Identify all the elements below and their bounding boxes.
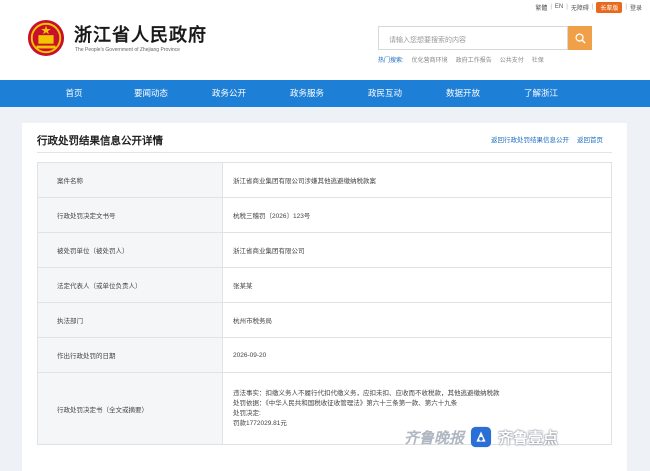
accessibility-link[interactable]: 无障碍 — [571, 3, 589, 12]
hot-search-item[interactable]: 优化营商环境 — [412, 55, 448, 64]
site-title[interactable]: 浙江省人民政府 — [74, 21, 207, 47]
card-links: 返回行政处罚结果信息公开 返回首页 — [491, 134, 603, 144]
nav-item-about-zhejiang[interactable]: 了解浙江 — [502, 80, 580, 107]
table-row: 案件名称 浙江省商业集团有限公司涉嫌其他逃避缴纳税款案 — [37, 162, 612, 198]
english-link[interactable]: EN — [555, 4, 563, 10]
search-button[interactable] — [568, 26, 592, 50]
hot-search-item[interactable]: 政府工作报告 — [456, 55, 492, 64]
main-nav: 首页 要闻动态 政务公开 政务服务 政民互动 数据开放 了解浙江 — [0, 80, 650, 107]
row-label: 案件名称 — [37, 162, 223, 198]
divider: | — [591, 4, 594, 10]
divider — [37, 152, 612, 153]
row-label: 作出行政处罚的日期 — [37, 337, 223, 373]
row-label: 行政处罚决定书（全文或摘要） — [37, 372, 223, 445]
back-to-home-link[interactable]: 返回首页 — [577, 134, 603, 144]
site-subtitle: The People's Government of Zhejiang Prov… — [75, 47, 180, 53]
decision-line: 处罚依据：《中华人民共和国税收征收管理法》第六十三条第一款、第六十九条 — [233, 399, 458, 407]
detail-table: 案件名称 浙江省商业集团有限公司涉嫌其他逃避缴纳税款案 行政处罚决定文书号 杭税… — [37, 162, 612, 445]
nav-item-disclosure[interactable]: 政务公开 — [190, 80, 268, 107]
elder-mode-button[interactable]: 长辈版 — [596, 1, 623, 13]
search-input[interactable]: 请输入您想要搜索的内容 — [378, 26, 568, 50]
divider: | — [625, 4, 627, 10]
hot-search-item[interactable]: 公共支付 — [500, 55, 524, 64]
divider: | — [550, 4, 552, 10]
nav-item-open-data[interactable]: 数据开放 — [424, 80, 502, 107]
row-label: 被处罚单位（被处罚人） — [37, 232, 223, 268]
row-label: 执法部门 — [37, 302, 223, 338]
row-value: 2026-09-20 — [222, 337, 612, 373]
table-row: 作出行政处罚的日期 2026-09-20 — [37, 337, 612, 373]
row-value: 杭税三稽罚〔2026〕123号 — [222, 197, 612, 233]
back-to-list-link[interactable]: 返回行政处罚结果信息公开 — [491, 134, 569, 144]
traditional-chinese-link[interactable]: 繁體 — [535, 3, 547, 12]
national-emblem-icon — [27, 19, 65, 57]
row-value: 张某某 — [222, 267, 612, 303]
watermark: 齐鲁晚报 齐鲁壹点 — [404, 420, 642, 454]
table-row: 行政处罚决定文书号 杭税三稽罚〔2026〕123号 — [37, 197, 612, 233]
utility-bar: 繁體 | EN | 无障碍 | 长辈版 | 登录 — [535, 0, 650, 14]
qilu-logo-icon — [470, 426, 492, 448]
detail-card: 行政处罚结果信息公开详情 返回行政处罚结果信息公开 返回首页 案件名称 浙江省商… — [22, 123, 627, 471]
row-value: 浙江省商业集团有限公司 — [222, 232, 612, 268]
watermark-newspaper-text: 齐鲁晚报 — [404, 428, 465, 447]
decision-line: 处罚决定: — [233, 409, 261, 417]
table-row: 被处罚单位（被处罚人） 浙江省商业集团有限公司 — [37, 232, 612, 268]
decision-line: 违法事实：扣缴义务人不履行代扣代缴义务，应扣未扣、应收而不收税款，其他逃避缴纳税… — [233, 389, 500, 397]
hot-search-item[interactable]: 社保 — [532, 55, 544, 64]
page-title: 行政处罚结果信息公开详情 — [37, 135, 163, 147]
watermark-app-text: 齐鲁壹点 — [498, 429, 559, 447]
table-row: 执法部门 杭州市税务局 — [37, 302, 612, 338]
row-label: 行政处罚决定文书号 — [37, 197, 223, 233]
search-icon — [574, 32, 586, 44]
nav-item-interaction[interactable]: 政民互动 — [346, 80, 424, 107]
divider: | — [566, 4, 568, 10]
nav-item-news[interactable]: 要闻动态 — [112, 80, 190, 107]
hot-search: 热门搜索: 优化营商环境 政府工作报告 公共支付 社保 — [378, 55, 544, 64]
nav-item-services[interactable]: 政务服务 — [268, 80, 346, 107]
login-link[interactable]: 登录 — [630, 3, 642, 12]
table-row: 法定代表人（或单位负责人） 张某某 — [37, 267, 612, 303]
nav-item-home[interactable]: 首页 — [36, 80, 112, 107]
row-value: 杭州市税务局 — [222, 302, 612, 338]
row-label: 法定代表人（或单位负责人） — [37, 267, 223, 303]
hot-search-label: 热门搜索: — [378, 58, 404, 64]
page-root: 浙江省人民政府 The People's Government of Zheji… — [0, 0, 650, 471]
row-value: 浙江省商业集团有限公司涉嫌其他逃避缴纳税款案 — [222, 162, 612, 198]
